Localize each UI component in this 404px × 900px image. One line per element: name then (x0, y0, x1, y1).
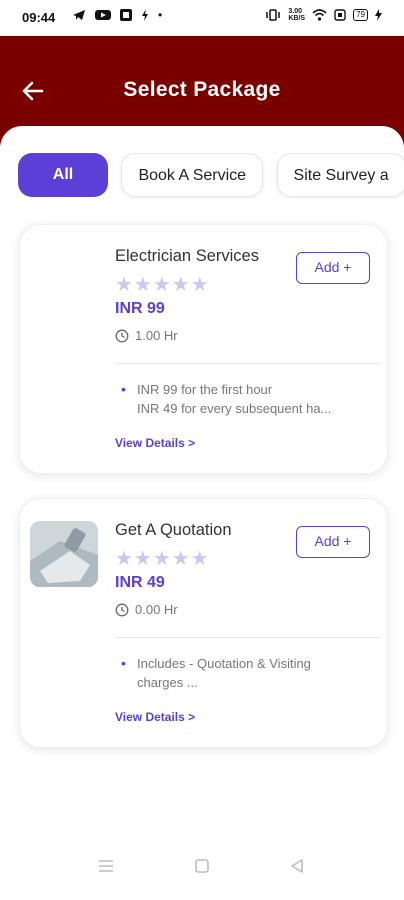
dot-icon: • (158, 8, 163, 22)
package-price: INR 49 (115, 574, 165, 591)
service-photo-icon (30, 521, 98, 587)
nav-back-button[interactable] (289, 858, 305, 879)
clock-icon (115, 603, 129, 616)
rating-stars: ★★★★★ (115, 274, 210, 296)
view-details-link[interactable]: View Details > (115, 710, 195, 724)
package-price: INR 99 (115, 300, 165, 317)
description-line: INR 99 for the first hour (137, 382, 273, 397)
sim-icon (334, 9, 346, 21)
nav-home-button[interactable] (194, 858, 210, 879)
battery-icon: 79 (353, 9, 368, 21)
clock-icon (115, 329, 129, 342)
page-title: Select Package (123, 78, 281, 101)
charging-icon (142, 9, 148, 21)
package-name: Electrician Services (115, 247, 259, 265)
package-content: All Book A Service Site Survey a Electri… (0, 126, 404, 832)
add-button[interactable]: Add + (296, 252, 370, 284)
description-line: Includes - Quotation & Visiting (137, 656, 311, 671)
app-icon (120, 9, 132, 21)
wifi-icon (312, 9, 327, 21)
tab-all[interactable]: All (18, 153, 108, 197)
menu-icon (99, 860, 113, 872)
net-speed: 3.00 KB/S (288, 8, 306, 22)
charging-bolt-icon (375, 9, 382, 21)
status-time: 09:44 (22, 10, 56, 25)
package-image (30, 521, 98, 587)
telegram-icon (73, 10, 85, 20)
bullet-icon: • (121, 655, 126, 671)
tab-site-survey[interactable]: Site Survey a (276, 153, 404, 197)
package-name: Get A Quotation (115, 521, 232, 539)
card-divider (115, 637, 381, 638)
status-left-icons: • (72, 8, 162, 22)
bullet-icon: • (121, 381, 126, 397)
youtube-icon (95, 10, 111, 20)
package-description: • Includes - Quotation & Visiting charge… (121, 654, 371, 692)
package-description: • INR 99 for the first hour INR 49 for e… (121, 380, 371, 418)
back-triangle-icon (291, 859, 303, 873)
description-line: INR 49 for every subsequent ha... (137, 401, 332, 416)
card-divider (115, 363, 381, 364)
status-right-icons: 3.00 KB/S 79 (265, 8, 382, 22)
rating-stars: ★★★★★ (115, 548, 210, 570)
view-details-link[interactable]: View Details > (115, 436, 195, 450)
tab-book-a-service[interactable]: Book A Service (121, 153, 264, 197)
filter-tabs: All Book A Service Site Survey a (18, 153, 404, 199)
package-duration: 0.00 Hr (115, 602, 178, 617)
package-card: Get A Quotation ★★★★★ INR 49 0.00 Hr Add… (19, 498, 388, 748)
system-nav-bar (0, 832, 404, 900)
add-button[interactable]: Add + (296, 526, 370, 558)
vibrate-icon (266, 9, 281, 21)
duration-text: 0.00 Hr (135, 602, 178, 617)
duration-text: 1.00 Hr (135, 328, 178, 343)
nav-menu-button[interactable] (97, 858, 115, 879)
home-square-icon (195, 859, 209, 873)
package-card: Electrician Services ★★★★★ INR 99 1.00 H… (19, 224, 388, 474)
status-bar: 09:44 • 3.00 KB/S 79 (0, 0, 404, 36)
package-duration: 1.00 Hr (115, 328, 178, 343)
description-line: charges ... (137, 675, 198, 690)
